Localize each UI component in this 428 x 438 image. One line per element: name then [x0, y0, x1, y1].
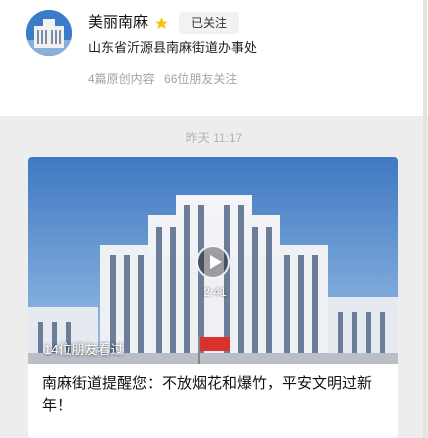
play-icon[interactable] — [196, 245, 230, 279]
star-icon — [154, 16, 169, 31]
follow-button[interactable]: 已关注 — [179, 12, 240, 34]
scrollbar[interactable] — [423, 0, 427, 438]
friends-viewed-label: 14位朋友看过 — [44, 342, 124, 357]
account-name[interactable]: 美丽南麻 — [88, 10, 148, 36]
original-articles-count[interactable]: 4篇原创内容 — [88, 72, 155, 86]
article-card[interactable]: 2:41 14位朋友看过 南麻街道提醒您：不放烟花和爆竹，平安文明过新年！ — [28, 157, 398, 438]
video-cover[interactable]: 2:41 14位朋友看过 — [28, 157, 398, 364]
account-header: 美丽南麻 已关注 山东省沂源县南麻街道办事处 4篇原创内容 66位朋友关注 — [0, 0, 428, 116]
avatar[interactable] — [26, 10, 72, 56]
account-description: 山东省沂源县南麻街道办事处 — [88, 40, 258, 55]
friends-following-count[interactable]: 66位朋友关注 — [164, 72, 237, 86]
account-name-row: 美丽南麻 已关注 — [88, 10, 240, 36]
message-timestamp: 昨天 11:17 — [185, 131, 243, 145]
account-stats: 4篇原创内容 66位朋友关注 — [88, 70, 237, 88]
article-title[interactable]: 南麻街道提醒您：不放烟花和爆竹，平安文明过新年！ — [42, 373, 382, 417]
video-duration: 2:41 — [203, 285, 227, 299]
